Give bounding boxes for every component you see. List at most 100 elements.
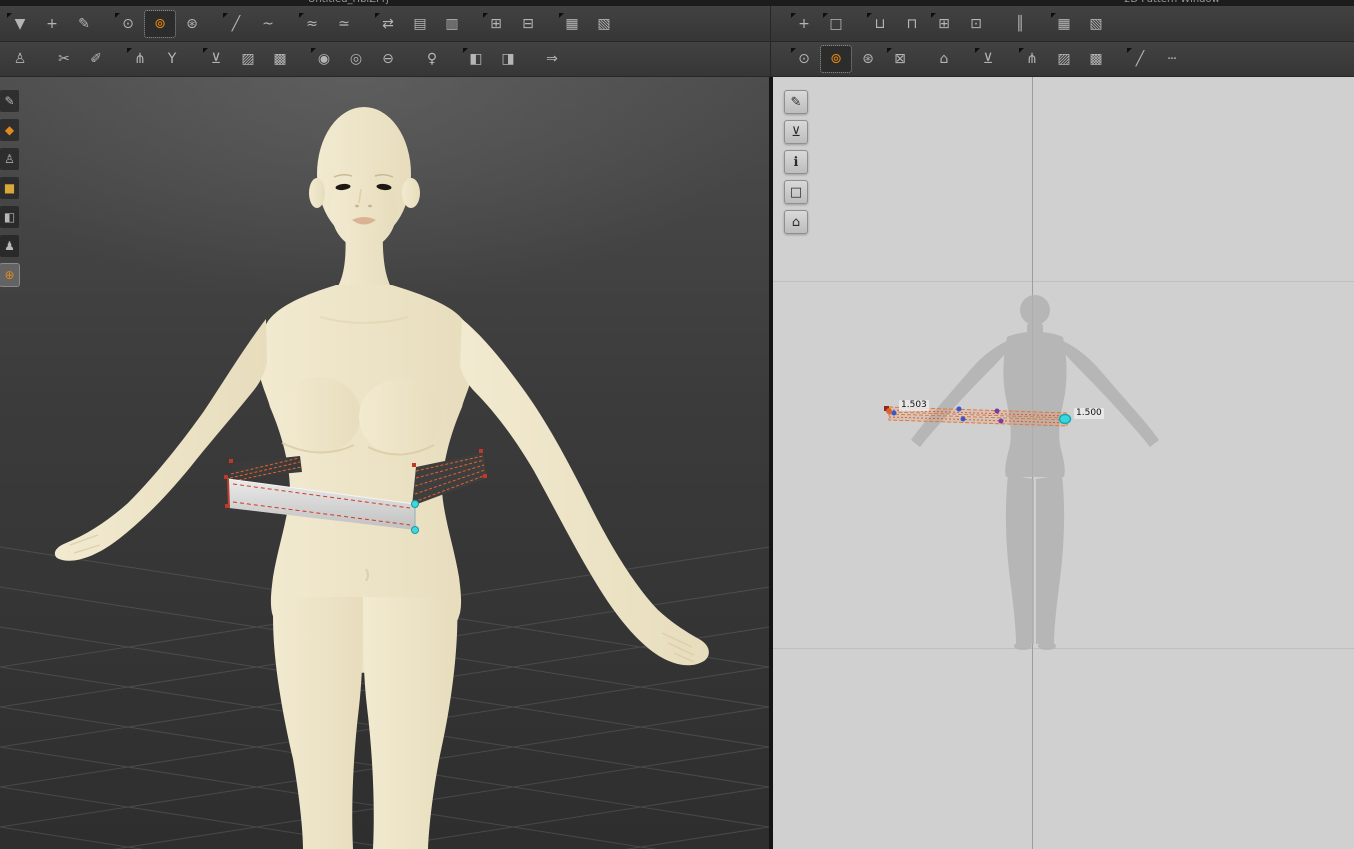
- fabric-a-glyph: ▨: [241, 51, 255, 67]
- button-lock[interactable]: ⊖: [373, 46, 403, 72]
- fabric-b[interactable]: ▩: [265, 46, 295, 72]
- pattern-info[interactable]: ℹ: [784, 150, 808, 174]
- free-sewing-glyph: ≃: [338, 15, 350, 32]
- avatar-pose[interactable]: ♟: [0, 235, 19, 257]
- edit-curvature[interactable]: ~: [253, 11, 283, 37]
- viewport-3d[interactable]: ✎ ◆ ♙ ■ ◧ ♟ ⊕: [0, 77, 769, 849]
- wrap-b[interactable]: ▥: [437, 11, 467, 37]
- pin-segment[interactable]: ⊚: [144, 9, 176, 38]
- toolbar-row-1: ▼ + ✎ ⊙ ⊚ ⊛ ╱ ~ ≈ ≃ ⇄ ▤ ▥ ⊞ ⊟ ▦ ▧ + □ ⊔ ⊓ ⊞ ⊡ ║ ▦ ▧: [0, 6, 1354, 42]
- grid-2d[interactable]: ▦: [1049, 11, 1079, 37]
- fabric-2d-b-glyph: ▩: [1089, 51, 1103, 67]
- flatten-right[interactable]: ◨: [493, 46, 523, 72]
- seam-dash-glyph: ┄: [1167, 51, 1177, 67]
- window-titlebar: Untitled_HblZPrj 2D Pattern Window: [0, 0, 1354, 6]
- pin-2d[interactable]: ⊙: [789, 46, 819, 72]
- show-garment-toggle[interactable]: ⊻: [784, 120, 808, 144]
- pattern-outline[interactable]: □: [784, 180, 808, 204]
- home-view[interactable]: ⌂: [784, 210, 808, 234]
- steam-iron[interactable]: ⌂: [929, 46, 959, 72]
- avatar-3d[interactable]: [54, 107, 709, 849]
- world-grid[interactable]: ⊕: [0, 263, 20, 287]
- grid-3d[interactable]: ▦: [557, 11, 587, 37]
- folder[interactable]: ⊓: [897, 11, 927, 37]
- segment-sewing[interactable]: ≈: [297, 11, 327, 37]
- pin[interactable]: ⊙: [113, 11, 143, 37]
- fabric-2d-a-glyph: ▨: [1057, 51, 1071, 67]
- render-style[interactable]: ◧: [0, 206, 19, 228]
- simulate-menu[interactable]: ▼: [5, 11, 35, 37]
- edit-line-glyph: ╱: [1135, 51, 1145, 67]
- history-brush[interactable]: ✎: [0, 90, 19, 112]
- wrap-a-glyph: ▤: [413, 15, 427, 32]
- bookmark-glyph: ■: [3, 181, 16, 195]
- transform-2d[interactable]: +: [789, 11, 819, 37]
- stylus-pen[interactable]: ✎: [784, 90, 808, 114]
- edit-seam-glyph: ╱: [231, 15, 241, 32]
- skeleton-2d[interactable]: ⋔: [1017, 46, 1047, 72]
- tack-2d[interactable]: ⊻: [973, 46, 1003, 72]
- avatar-show[interactable]: ♙: [0, 148, 19, 170]
- pin-scissors[interactable]: ✂: [49, 46, 79, 72]
- tack-2d-glyph: ⊻: [982, 51, 994, 67]
- toolbar-2d-row1: + □ ⊔ ⊓ ⊞ ⊡ ║ ▦ ▧: [770, 6, 1354, 41]
- pin-brush-glyph: ✐: [90, 51, 102, 67]
- world-grid-glyph: ⊕: [4, 268, 15, 282]
- fold-arrangement[interactable]: ⇄: [373, 11, 403, 37]
- layer-up[interactable]: ⊞: [481, 11, 511, 37]
- avatar-tool-glyph: ♙: [13, 51, 27, 67]
- check-folder[interactable]: ⊡: [961, 11, 991, 37]
- image-folder[interactable]: ⊞: [929, 11, 959, 37]
- pin-box-2d[interactable]: ⊠: [885, 46, 915, 72]
- pin-segment-2d[interactable]: ⊚: [820, 45, 852, 73]
- free-sewing[interactable]: ≃: [329, 11, 359, 37]
- buttonhole[interactable]: ◎: [341, 46, 371, 72]
- buttonhole-glyph: ◎: [349, 51, 363, 67]
- view-mode-strip-2d: ✎ ⊻ ℹ □ ⌂: [784, 90, 808, 234]
- fold-arrangement-glyph: ⇄: [382, 15, 394, 32]
- fabric-2d-a[interactable]: ▨: [1049, 46, 1079, 72]
- select-move[interactable]: +: [37, 11, 67, 37]
- grid-2d-alt[interactable]: ▧: [1081, 11, 1111, 37]
- edit-brush[interactable]: ✎: [69, 11, 99, 37]
- button[interactable]: ◉: [309, 46, 339, 72]
- tack-garment[interactable]: ⊻: [201, 46, 231, 72]
- skeleton-2d-glyph: ⋔: [1026, 51, 1038, 67]
- fabric-cells[interactable]: ◆: [0, 119, 19, 141]
- pin-brush[interactable]: ✐: [81, 46, 111, 72]
- viewport-2d[interactable]: 1.503 1.500 ✎ ⊻ ℹ □ ⌂: [773, 77, 1354, 849]
- edit-curvature-glyph: ~: [262, 15, 274, 32]
- button-lock-glyph: ⊖: [382, 51, 394, 67]
- wrap-b-glyph: ▥: [445, 15, 459, 32]
- edit-seam[interactable]: ╱: [221, 11, 251, 37]
- skeleton-alt[interactable]: Y: [157, 46, 187, 72]
- pin-scissors-glyph: ✂: [58, 51, 70, 67]
- fabric-rolls[interactable]: ║: [1005, 11, 1035, 37]
- skeleton[interactable]: ⋔: [125, 46, 155, 72]
- layer-down[interactable]: ⊟: [513, 11, 543, 37]
- seam-dash[interactable]: ┄: [1157, 46, 1187, 72]
- select-move-glyph: +: [46, 15, 58, 32]
- pin-glyph: ⊙: [122, 15, 134, 32]
- layer-up-glyph: ⊞: [490, 15, 502, 32]
- avatar-tool[interactable]: ♙: [5, 46, 35, 72]
- history-brush-glyph: ✎: [4, 94, 15, 108]
- grid-3d-alt[interactable]: ▧: [589, 11, 619, 37]
- edit-2d[interactable]: □: [821, 11, 851, 37]
- avatar-show-glyph: ♙: [4, 152, 15, 166]
- import-folder[interactable]: ⊔: [865, 11, 895, 37]
- view-mode-strip-3d: ✎ ◆ ♙ ■ ◧ ♟ ⊕: [0, 90, 20, 287]
- bookmark[interactable]: ■: [0, 177, 19, 199]
- wrap-a[interactable]: ▤: [405, 11, 435, 37]
- edit-line[interactable]: ╱: [1125, 46, 1155, 72]
- dress-form[interactable]: ♀: [417, 46, 447, 72]
- pin-rotate[interactable]: ⊛: [177, 11, 207, 37]
- fabric-2d-b[interactable]: ▩: [1081, 46, 1111, 72]
- merge-arrow[interactable]: ⇒: [537, 46, 567, 72]
- pane-divider[interactable]: [769, 77, 773, 849]
- show-garment-toggle-glyph: ⊻: [791, 124, 801, 140]
- segment-sewing-glyph: ≈: [306, 15, 318, 32]
- pin-rotate-2d[interactable]: ⊛: [853, 46, 883, 72]
- flatten-left[interactable]: ◧: [461, 46, 491, 72]
- fabric-a[interactable]: ▨: [233, 46, 263, 72]
